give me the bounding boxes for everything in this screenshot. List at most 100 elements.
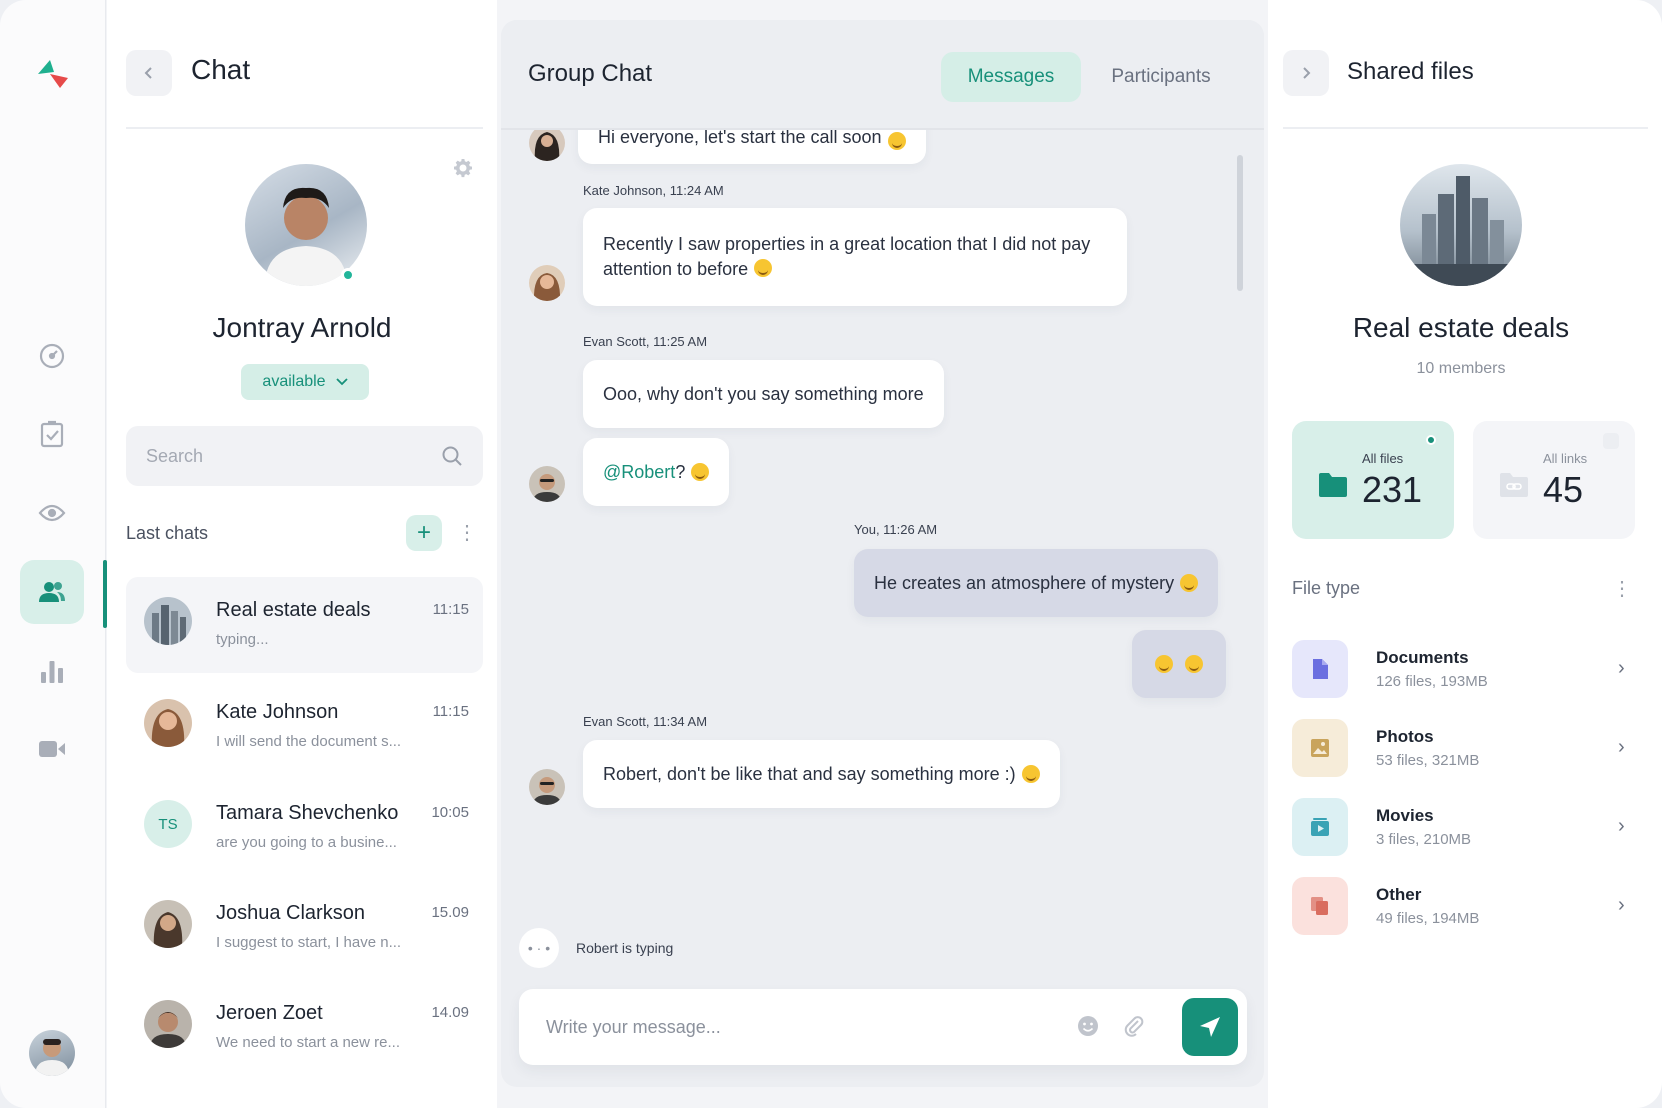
chat-name: Tamara Shevchenko <box>216 802 399 824</box>
mention-link[interactable]: @Robert <box>603 460 675 485</box>
divider <box>1283 127 1648 129</box>
divider <box>126 127 483 129</box>
app-logo-icon[interactable] <box>34 56 70 92</box>
tasks-icon[interactable] <box>20 402 84 466</box>
smile-emoji-icon <box>691 463 710 481</box>
typing-indicator: Robert is typing <box>576 940 674 956</box>
gear-icon[interactable] <box>453 158 473 178</box>
user-avatar[interactable] <box>29 1030 75 1076</box>
more-options-icon[interactable]: ⋮ <box>1612 576 1632 601</box>
app-window: Chat Jontray Arnold available Last chats… <box>0 0 1662 1108</box>
chat-name: Real estate deals <box>216 599 371 621</box>
panel-title: Chat <box>191 54 251 85</box>
search-input[interactable] <box>146 445 441 467</box>
attachment-icon[interactable] <box>1123 1015 1145 1037</box>
message-text: Ooo, why don't you say something more <box>603 383 924 404</box>
link-folder-icon <box>1500 473 1528 497</box>
shared-files-title: Shared files <box>1347 58 1474 85</box>
file-type-name: Other <box>1376 885 1422 904</box>
message-bubble: Robert, don't be like that and say somet… <box>583 740 1060 808</box>
emoji-picker-icon[interactable] <box>1077 1015 1099 1037</box>
all-links-card[interactable]: All links 45 <box>1473 421 1635 539</box>
message-avatar <box>529 265 565 301</box>
message-sender: Evan Scott, 11:25 AM <box>583 334 708 349</box>
all-files-label: All files <box>1362 451 1404 466</box>
chat-name: Joshua Clarkson <box>216 902 365 924</box>
back-button[interactable] <box>126 50 172 96</box>
photo-icon <box>1292 719 1348 777</box>
status-label: available <box>262 373 326 390</box>
chevron-down-icon <box>335 378 348 386</box>
chevron-right-icon: › <box>1618 657 1625 679</box>
analytics-icon[interactable] <box>20 639 84 703</box>
tab-participants[interactable]: Participants <box>1091 52 1231 102</box>
all-links-label: All links <box>1543 451 1588 466</box>
smile-emoji-icon <box>887 132 906 150</box>
chat-scrollbar[interactable] <box>1237 155 1243 291</box>
shared-files-panel: Shared files Real estate deals 10 member… <box>1268 0 1662 1108</box>
chat-list-item[interactable]: Kate Johnson 11:15 I will send the docum… <box>126 679 483 775</box>
chevron-right-icon <box>1303 67 1311 79</box>
video-icon[interactable] <box>20 717 84 781</box>
chat-list-item[interactable]: Real estate deals 11:15 typing... <box>126 577 483 673</box>
my-emoji-bubble <box>1132 630 1226 698</box>
chevron-right-icon: › <box>1618 736 1625 758</box>
file-type-meta: 3 files, 210MB <box>1376 831 1472 848</box>
status-dropdown[interactable]: available <box>241 364 369 400</box>
file-type-meta: 126 files, 193MB <box>1376 673 1488 690</box>
chat-preview: typing... <box>216 631 269 648</box>
group-chat-panel: Group Chat Messages Participants Hi ever… <box>501 20 1264 1087</box>
all-files-count: 231 <box>1362 469 1423 510</box>
group-name: Real estate deals <box>1352 312 1570 343</box>
chat-time: 14.09 <box>431 1004 469 1021</box>
message-avatar <box>529 466 565 502</box>
dashboard-icon[interactable] <box>20 324 84 388</box>
chevron-right-icon: › <box>1618 894 1625 916</box>
smile-emoji-icon <box>1180 574 1199 592</box>
message-text: Robert, don't be like that and say somet… <box>603 763 1016 784</box>
search-icon[interactable] <box>441 445 463 467</box>
eye-icon[interactable] <box>20 481 84 545</box>
grimace-emoji-icon <box>1185 655 1203 673</box>
selected-dot <box>1426 435 1436 445</box>
chat-time: 15.09 <box>431 904 469 921</box>
last-chats-label: Last chats <box>126 523 209 543</box>
message-input[interactable] <box>546 1011 1026 1043</box>
message-text: Recently I saw properties in a great loc… <box>603 234 1091 279</box>
plus-icon: + <box>416 519 431 546</box>
tab-messages[interactable]: Messages <box>941 52 1081 102</box>
chat-name: Kate Johnson <box>216 701 339 723</box>
message-avatar <box>529 769 565 805</box>
header-divider <box>501 128 1264 130</box>
chat-title: Group Chat <box>528 60 653 87</box>
other-files-icon <box>1292 877 1348 935</box>
file-type-other[interactable]: Other 49 files, 194MB › <box>1292 877 1632 937</box>
chevron-right-icon: › <box>1618 815 1625 837</box>
message-sender: Evan Scott, 11:34 AM <box>583 714 708 729</box>
file-type-photos[interactable]: Photos 53 files, 321MB › <box>1292 719 1632 779</box>
file-type-label: File type <box>1292 578 1361 598</box>
chat-list-item[interactable]: Joshua Clarkson 15.09 I suggest to start… <box>126 880 483 976</box>
collapse-button[interactable] <box>1283 50 1329 96</box>
chat-preview: I will send the document s... <box>216 733 402 750</box>
file-type-documents[interactable]: Documents 126 files, 193MB › <box>1292 640 1632 700</box>
file-type-name: Movies <box>1376 806 1434 825</box>
chat-preview: We need to start a new re... <box>216 1034 400 1051</box>
chat-list-item[interactable]: TS Tamara Shevchenko 10:05 are you going… <box>126 780 483 876</box>
group-avatar[interactable] <box>1400 164 1522 286</box>
contacts-icon[interactable] <box>20 560 84 624</box>
add-chat-button[interactable]: + <box>406 515 442 551</box>
more-options-icon[interactable]: ⋮ <box>457 520 477 546</box>
chat-list-item[interactable]: Jeroen Zoet 14.09 We need to start a new… <box>126 980 483 1076</box>
file-type-name: Photos <box>1376 727 1434 746</box>
chat-name: Jeroen Zoet <box>216 1002 323 1024</box>
message-sender: You, 11:26 AM <box>854 522 938 537</box>
file-type-movies[interactable]: Movies 3 files, 210MB › <box>1292 798 1632 858</box>
chat-time: 11:15 <box>432 601 469 618</box>
send-button[interactable] <box>1182 998 1238 1056</box>
select-checkbox[interactable] <box>1603 433 1619 449</box>
message-avatar <box>529 125 565 161</box>
file-type-name: Documents <box>1376 648 1469 667</box>
search-box <box>126 426 483 486</box>
all-files-card[interactable]: All files 231 <box>1292 421 1454 539</box>
